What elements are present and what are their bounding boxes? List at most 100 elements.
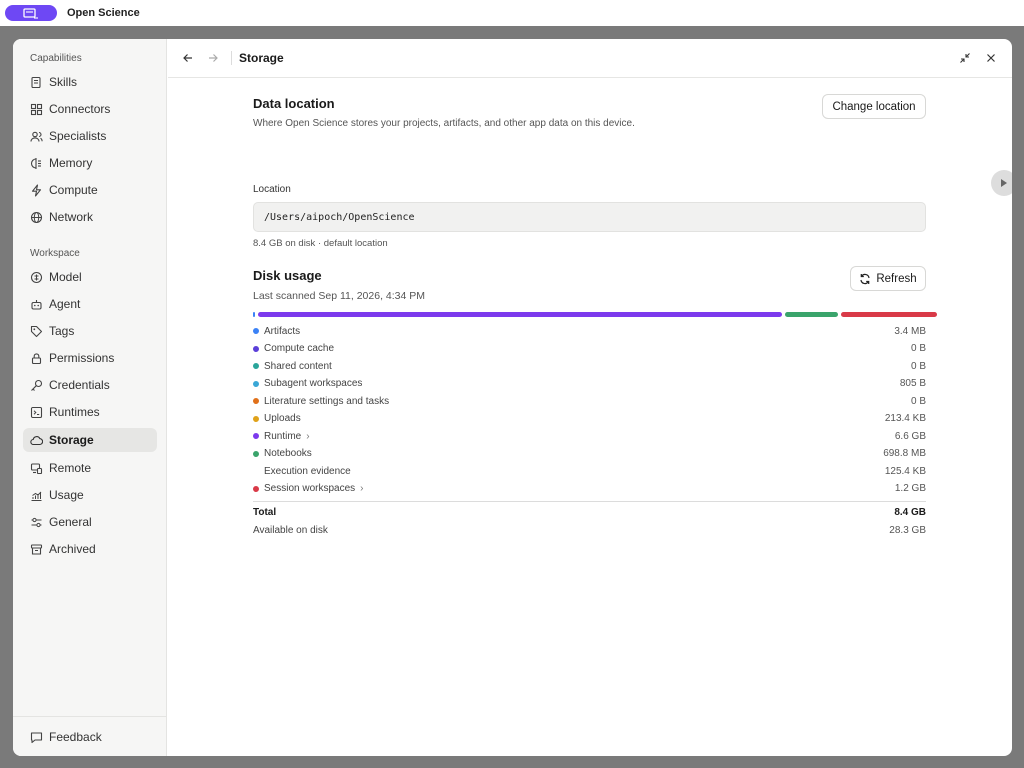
usage-row-label: Subagent workspaces [264, 378, 363, 389]
sidebar-item-general[interactable]: General [23, 510, 157, 534]
usage-row-value: 805 B [899, 378, 926, 389]
sidebar-item-skills[interactable]: Skills [23, 70, 157, 94]
connectors-icon [30, 103, 43, 116]
sidebar-item-specialists[interactable]: Specialists [23, 124, 157, 148]
memory-icon [30, 157, 43, 170]
page-title: Storage [239, 51, 284, 65]
sidebar-item-label: Memory [49, 156, 93, 170]
usage-total-row: Total 8.4 GB [253, 504, 926, 520]
legend-dot-empty [253, 468, 259, 474]
disk-usage-title: Disk usage [253, 268, 322, 283]
header-divider [231, 51, 232, 65]
legend-dot [253, 485, 259, 492]
capabilities-section-label: Capabilities [30, 53, 82, 64]
sidebar-item-compute[interactable]: Compute [23, 178, 157, 202]
sidebar-item-model[interactable]: Model [23, 265, 157, 289]
usage-row-value: 213.4 KB [884, 413, 926, 424]
cloud-icon [30, 434, 43, 447]
legend-dot [253, 415, 259, 422]
usage-bar-segment-runtime [258, 312, 782, 317]
usage-row-label: Runtime [264, 430, 302, 442]
disk-note: 8.4 GB on disk · default location [253, 238, 388, 249]
usage-row-subagent-workspaces: Subagent workspaces 805 B [253, 376, 926, 392]
sidebar-item-agent[interactable]: Agent [23, 292, 157, 316]
refresh-button[interactable]: Refresh [850, 266, 926, 291]
model-icon [30, 271, 43, 284]
feedback-icon [30, 731, 43, 744]
total-divider [253, 501, 926, 502]
sidebar-item-label: Specialists [49, 129, 107, 143]
sliders-icon [30, 516, 43, 529]
sidebar-item-connectors[interactable]: Connectors [23, 97, 157, 121]
sidebar-item-permissions[interactable]: Permissions [23, 346, 157, 370]
total-label: Total [253, 506, 277, 518]
sidebar-item-runtimes[interactable]: Runtimes [23, 400, 157, 424]
mouse-cursor [991, 170, 1012, 196]
key-icon [30, 379, 43, 392]
specialists-icon [30, 130, 43, 143]
back-button[interactable] [181, 51, 195, 65]
arrow-right-icon [209, 54, 218, 62]
sidebar-item-storage[interactable]: Storage [23, 428, 157, 452]
panel-header: Storage [168, 39, 1012, 78]
collapse-button[interactable] [958, 51, 972, 65]
usage-row-value: 698.8 MB [883, 448, 926, 459]
legend-dot [253, 433, 259, 439]
sidebar-item-usage[interactable]: Usage [23, 483, 157, 507]
sidebar: Capabilities Skills Connectors Specialis… [13, 39, 167, 756]
legend-dot [253, 363, 259, 369]
sidebar-item-label: Archived [49, 542, 96, 556]
app-switcher-button[interactable] [5, 5, 57, 21]
legend-dot [253, 345, 259, 352]
sidebar-item-label: Model [49, 270, 82, 284]
settings-window: Capabilities Skills Connectors Specialis… [13, 39, 1012, 756]
feedback-button[interactable]: Feedback [23, 725, 157, 749]
usage-row-value: 1.2 GB [894, 483, 926, 494]
data-location-description: Where Open Science stores your projects,… [253, 118, 635, 129]
minimize-arrows-icon [960, 53, 970, 63]
feedback-label: Feedback [49, 730, 102, 744]
remote-icon [30, 462, 43, 475]
forward-button[interactable] [206, 51, 220, 65]
sidebar-item-credentials[interactable]: Credentials [23, 373, 157, 397]
change-location-button[interactable]: Change location [822, 94, 926, 119]
usage-row-label: Artifacts [264, 325, 301, 337]
sidebar-item-memory[interactable]: Memory [23, 151, 157, 175]
location-label: Location [253, 184, 291, 195]
terminal-icon [30, 406, 43, 419]
agent-icon [30, 298, 43, 311]
close-icon [987, 54, 995, 62]
refresh-label: Refresh [876, 272, 917, 285]
usage-row-runtime[interactable]: Runtime › 6.6 GB [253, 428, 926, 444]
sidebar-item-label: Usage [49, 488, 84, 502]
app-titlebar: Open Science [0, 0, 1024, 26]
arrow-left-icon [183, 54, 192, 62]
archive-icon [30, 543, 43, 556]
compute-icon [30, 183, 43, 197]
legend-dot [253, 328, 259, 334]
sidebar-item-label: Storage [49, 433, 94, 447]
sidebar-item-label: Network [49, 210, 94, 224]
sidebar-item-remote[interactable]: Remote [23, 456, 157, 480]
sidebar-item-label: Credentials [49, 378, 110, 392]
usage-row-label: Uploads [264, 413, 301, 424]
lock-icon [30, 352, 43, 365]
usage-row-label: Session workspaces [264, 483, 356, 494]
close-button[interactable] [984, 51, 998, 65]
usage-row-artifacts: Artifacts 3.4 MB [253, 323, 926, 339]
workspace-section-label: Workspace [30, 248, 80, 259]
usage-row-notebooks: Notebooks 698.8 MB [253, 446, 926, 462]
usage-row-label: Shared content [264, 360, 332, 372]
sidebar-item-label: Permissions [49, 351, 115, 365]
usage-row-execution-evidence: Execution evidence 125.4 KB [253, 463, 926, 479]
usage-row-value: 3.4 MB [894, 325, 926, 337]
last-scanned-text: Last scanned Sep 11, 2026, 4:34 PM [253, 290, 426, 302]
legend-dot [253, 398, 259, 404]
sidebar-item-archived[interactable]: Archived [23, 537, 157, 561]
app-name: Open Science [67, 7, 140, 19]
usage-row-value: 0 B [910, 343, 926, 354]
sidebar-item-network[interactable]: Network [23, 205, 157, 229]
usage-row-session-workspaces[interactable]: Session workspaces › 1.2 GB [253, 481, 926, 497]
sidebar-item-tags[interactable]: Tags [23, 319, 157, 343]
sidebar-item-label: Runtimes [49, 405, 100, 419]
